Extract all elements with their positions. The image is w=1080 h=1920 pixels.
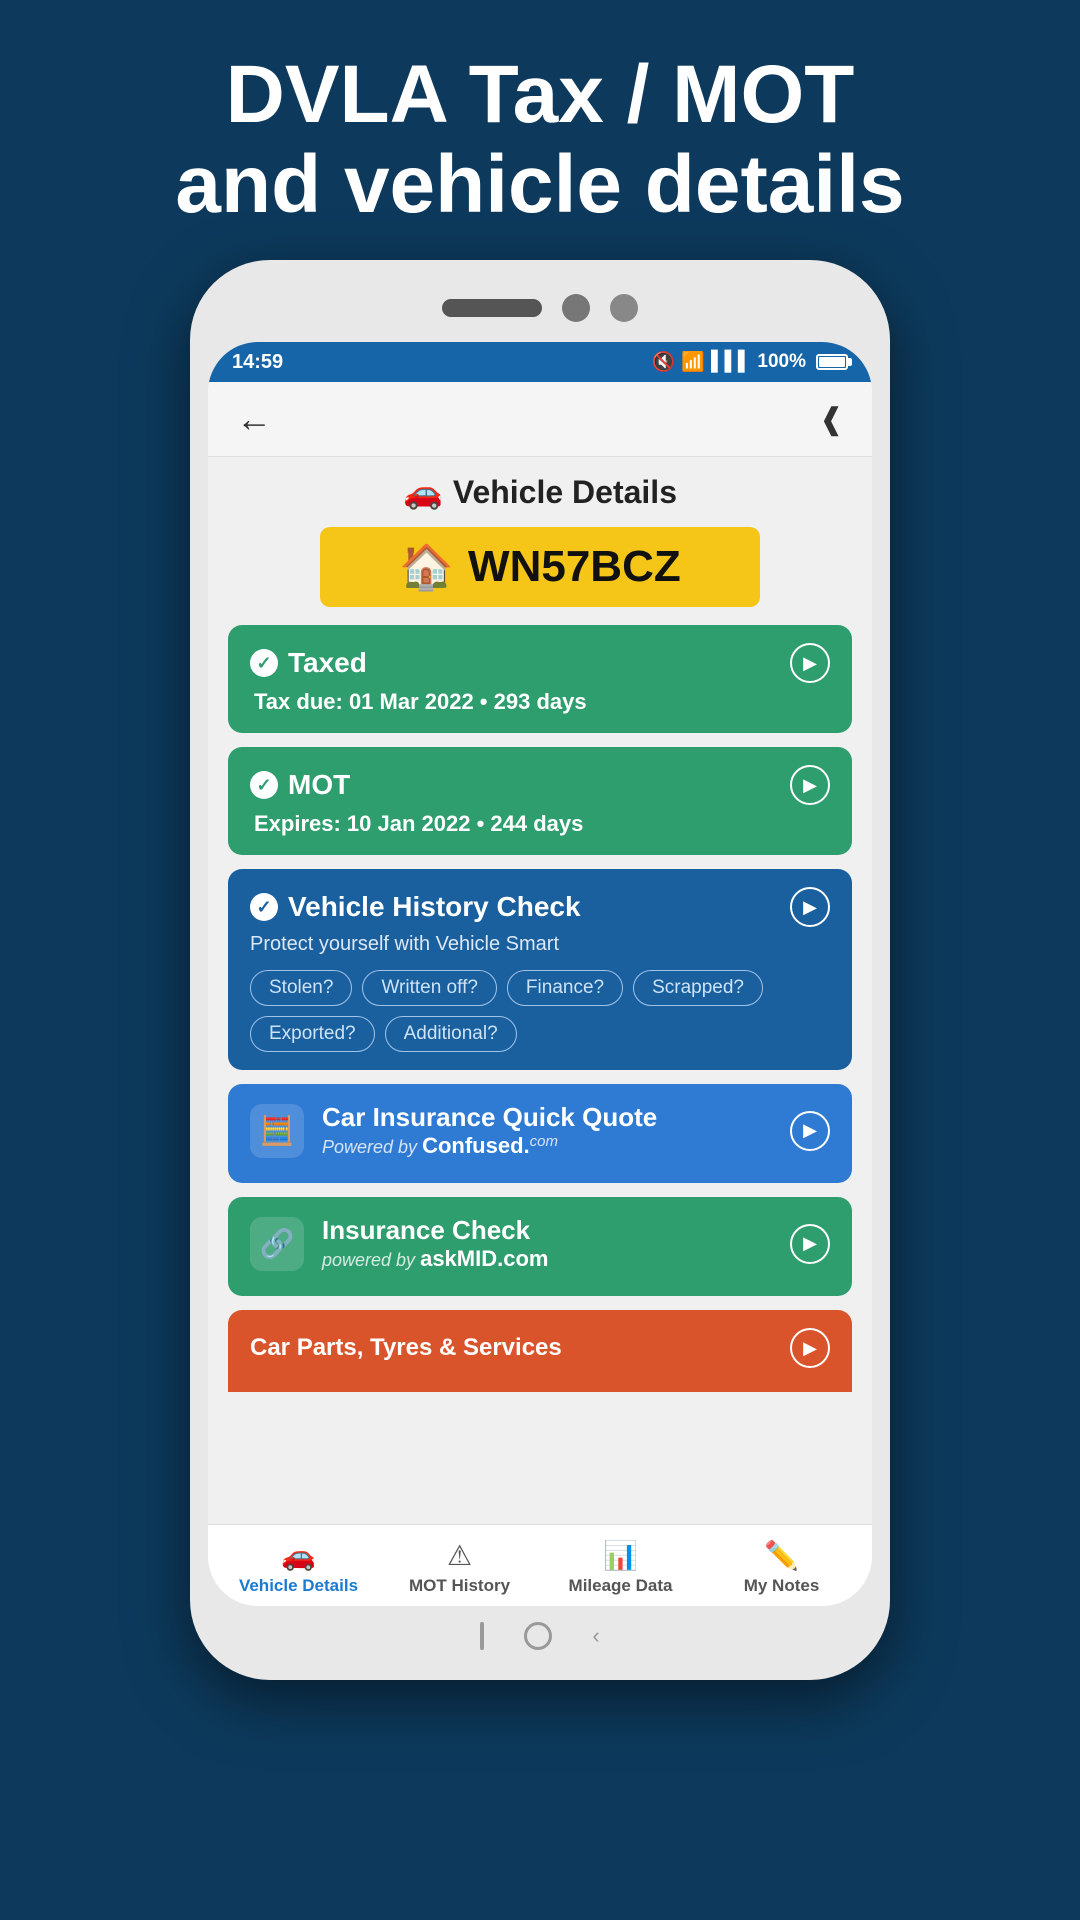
vehicle-details-label: Vehicle Details [239,1576,358,1596]
badge-written-off[interactable]: Written off? [362,970,496,1006]
phone-frame: 14:59 🔇 📶 ▌▌▌ 100% ← ❰ [190,260,890,1680]
insurance-quote-text: Car Insurance Quick Quote Powered by Con… [322,1102,790,1159]
status-icons: 🔇 📶 ▌▌▌ 100% [652,350,848,374]
phone-camera-2 [610,294,638,322]
mot-history-icon: ⚠ [447,1539,472,1572]
shield-icon: ✓ [250,893,278,921]
main-content: 🚗 Vehicle Details 🏠 WN57BCZ ✓ Taxed [208,457,872,1524]
mot-history-label: MOT History [409,1576,510,1596]
vhc-title: ✓ Vehicle History Check [250,891,581,923]
link-icon: 🔗 [250,1217,304,1271]
insurance-quote-arrow[interactable]: ▶ [790,1111,830,1151]
gesture-chevron: ‹ [592,1623,599,1649]
phone-camera-1 [562,294,590,322]
check-icon-mot: ✓ [250,771,278,799]
insurance-quote-title: Car Insurance Quick Quote [322,1102,790,1133]
car-parts-card[interactable]: Car Parts, Tyres & Services ▶ [228,1310,852,1392]
license-plate: 🏠 WN57BCZ [320,527,760,607]
taxed-subtitle: Tax due: 01 Mar 2022 • 293 days [250,689,830,715]
phone-wrapper: 14:59 🔇 📶 ▌▌▌ 100% ← ❰ [180,260,900,1740]
badge-exported[interactable]: Exported? [250,1016,375,1052]
nav-mileage-data[interactable]: 📊 Mileage Data [540,1539,701,1596]
mot-subtitle: Expires: 10 Jan 2022 • 244 days [250,811,830,837]
taxed-title: ✓ Taxed [250,647,367,679]
mot-arrow[interactable]: ▶ [790,765,830,805]
gesture-circle [524,1622,552,1650]
battery-percent: 100% [757,351,806,373]
plate-number: WN57BCZ [468,542,681,592]
garage-icon: 🏠 [399,541,454,593]
insurance-quote-card[interactable]: 🧮 Car Insurance Quick Quote Powered by C… [228,1084,852,1183]
app-header: DVLA Tax / MOT and vehicle details [115,0,964,260]
badge-additional[interactable]: Additional? [385,1016,517,1052]
nav-my-notes[interactable]: ✏️ My Notes [701,1539,862,1596]
header-title: DVLA Tax / MOT and vehicle details [175,50,904,230]
mute-icon: 🔇 [652,350,676,374]
car-parts-arrow[interactable]: ▶ [790,1328,830,1368]
vhc-card[interactable]: ✓ Vehicle History Check ▶ Protect yourse… [228,869,852,1070]
status-bar: 14:59 🔇 📶 ▌▌▌ 100% [208,342,872,382]
gesture-bar [480,1622,484,1650]
phone-screen: 14:59 🔇 📶 ▌▌▌ 100% ← ❰ [208,342,872,1606]
insurance-check-text: Insurance Check powered by askMID.com [322,1215,790,1272]
car-icon: 🚗 [403,473,443,511]
calculator-icon: 🧮 [250,1104,304,1158]
status-time: 14:59 [232,351,283,374]
back-button[interactable]: ← [236,398,272,440]
top-nav: ← ❰ [208,382,872,457]
mot-card[interactable]: ✓ MOT ▶ Expires: 10 Jan 2022 • 244 days [228,747,852,855]
signal-icon: ▌▌▌ [711,351,751,373]
nav-mot-history[interactable]: ⚠ MOT History [379,1539,540,1596]
insurance-quote-subtitle: Powered by Confused.com [322,1133,790,1159]
my-notes-icon: ✏️ [764,1539,799,1572]
battery-icon [816,354,848,370]
insurance-check-card[interactable]: 🔗 Insurance Check powered by askMID.com … [228,1197,852,1296]
mot-title: ✓ MOT [250,769,350,801]
vhc-desc: Protect yourself with Vehicle Smart [250,933,830,956]
insurance-check-subtitle: powered by askMID.com [322,1246,790,1272]
wifi-icon: 📶 [681,350,705,374]
bottom-nav: 🚗 Vehicle Details ⚠ MOT History 📊 Mileag… [208,1524,872,1606]
vehicle-details-icon: 🚗 [281,1539,316,1572]
phone-notch [208,278,872,338]
car-parts-title: Car Parts, Tyres & Services [250,1334,562,1362]
badge-stolen[interactable]: Stolen? [250,970,352,1006]
share-button[interactable]: ❰ [819,402,844,437]
insurance-check-arrow[interactable]: ▶ [790,1224,830,1264]
check-icon-taxed: ✓ [250,649,278,677]
vhc-badges: Stolen? Written off? Finance? Scrapped? … [250,970,830,1052]
vhc-arrow[interactable]: ▶ [790,887,830,927]
mileage-label: Mileage Data [569,1576,673,1596]
badge-finance[interactable]: Finance? [507,970,623,1006]
page-title: 🚗 Vehicle Details [228,473,852,511]
my-notes-label: My Notes [744,1576,820,1596]
nav-vehicle-details[interactable]: 🚗 Vehicle Details [218,1539,379,1596]
phone-bottom-bar: ‹ [208,1606,872,1666]
badge-scrapped[interactable]: Scrapped? [633,970,763,1006]
phone-speaker [442,299,542,317]
taxed-card[interactable]: ✓ Taxed ▶ Tax due: 01 Mar 2022 • 293 day… [228,625,852,733]
taxed-arrow[interactable]: ▶ [790,643,830,683]
insurance-check-title: Insurance Check [322,1215,790,1246]
mileage-icon: 📊 [603,1539,638,1572]
